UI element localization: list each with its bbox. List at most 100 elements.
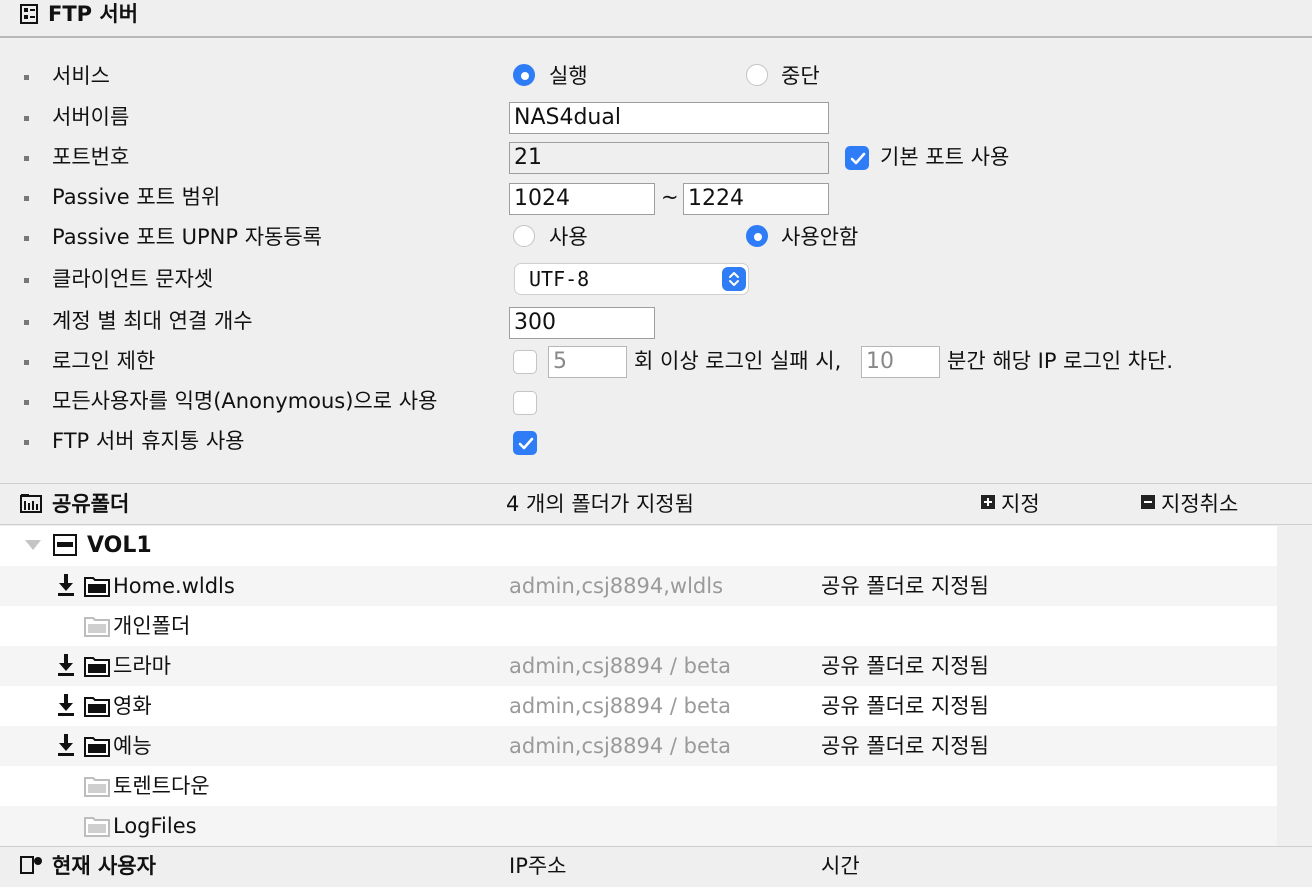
service-stop-label[interactable]: 중단 <box>781 57 820 95</box>
login-limit-checkbox[interactable] <box>513 350 537 374</box>
folder-count-text: 4 개의 폴더가 지정됨 <box>506 492 694 516</box>
folder-row[interactable]: LogFiles <box>0 806 1277 846</box>
anonymous-row: 모든사용자를 익명(Anonymous)으로 사용 <box>0 382 1312 422</box>
range-separator: ~ <box>661 185 679 209</box>
folder-status: 공유 폴더로 지정됨 <box>821 574 989 598</box>
folder-owners: admin,csj8894,wldls <box>509 574 724 598</box>
server-name-row: 서버이름 NAS4dual <box>0 98 1312 138</box>
anonymous-checkbox[interactable] <box>513 391 537 415</box>
folder-name: 개인폴더 <box>113 614 191 638</box>
charset-label: 클라이언트 문자셋 <box>52 267 214 291</box>
folder-row[interactable]: Home.wldls admin,csj8894,wldls 공유 폴더로 지정됨 <box>0 566 1277 606</box>
folder-row[interactable]: 영화 admin,csj8894 / beta 공유 폴더로 지정됨 <box>0 686 1277 726</box>
folder-row[interactable]: 예능 admin,csj8894 / beta 공유 폴더로 지정됨 <box>0 726 1277 766</box>
server-name-label: 서버이름 <box>52 105 130 129</box>
passive-to-input[interactable]: 1224 <box>683 183 829 215</box>
unassign-button[interactable]: 지정취소 <box>1141 484 1238 524</box>
download-icon <box>58 654 74 676</box>
folder-icon <box>84 577 110 597</box>
folder-owners: admin,csj8894 / beta <box>509 654 732 678</box>
folder-name: 영화 <box>113 694 152 718</box>
bullet <box>24 75 29 80</box>
server-settings-icon <box>20 4 38 24</box>
passive-from-input[interactable]: 1024 <box>509 183 655 215</box>
download-icon <box>58 574 74 596</box>
upnp-nouse-label[interactable]: 사용안함 <box>781 218 858 256</box>
upnp-use-radio[interactable] <box>513 225 535 247</box>
login-limit-text1: 회 이상 로그인 실패 시, <box>634 349 842 373</box>
folder-owners: admin,csj8894 / beta <box>509 734 732 758</box>
trash-checkbox[interactable] <box>513 431 537 455</box>
login-limit-label: 로그인 제한 <box>52 349 156 373</box>
bullet <box>24 320 29 325</box>
service-label: 서비스 <box>52 64 110 88</box>
folder-tree: VOL1 Home.wldls admin,csj8894,wldls 공유 폴더로… <box>0 526 1277 846</box>
bullet <box>24 236 29 241</box>
current-users-header: 현재 사용자 IP주소 시간 <box>0 846 1312 887</box>
service-run-label[interactable]: 실행 <box>549 57 588 95</box>
upnp-label: Passive 포트 UPNP 자동등록 <box>52 225 323 249</box>
minus-icon <box>1141 495 1155 509</box>
trash-row: FTP 서버 휴지통 사용 <box>0 422 1312 462</box>
block-minutes-input[interactable]: 10 <box>861 346 940 378</box>
folder-name: 드라마 <box>113 654 171 678</box>
folder-owners: admin,csj8894 / beta <box>509 694 732 718</box>
login-limit-row: 로그인 제한 5 회 이상 로그인 실패 시, 10 분간 해당 IP 로그인 … <box>0 342 1312 382</box>
folder-row[interactable]: 개인폴더 <box>0 606 1277 646</box>
default-port-checkbox[interactable] <box>845 146 869 170</box>
folder-icon <box>84 817 110 837</box>
upnp-use-label[interactable]: 사용 <box>549 218 588 256</box>
bullet <box>24 400 29 405</box>
ip-column-header: IP주소 <box>509 854 567 878</box>
max-conn-label: 계정 별 최대 연결 개수 <box>52 309 253 333</box>
default-port-label[interactable]: 기본 포트 사용 <box>880 138 1009 176</box>
login-limit-text2: 분간 해당 IP 로그인 차단. <box>947 349 1174 373</box>
port-input[interactable]: 21 <box>509 142 829 174</box>
upnp-row: Passive 포트 UPNP 자동등록 사용 사용안함 <box>0 218 1312 258</box>
volume-name: VOL1 <box>87 533 152 558</box>
folder-status: 공유 폴더로 지정됨 <box>821 694 989 718</box>
folder-row[interactable]: 토렌트다운 <box>0 766 1277 806</box>
port-label: 포트번호 <box>52 145 130 169</box>
port-row: 포트번호 21 기본 포트 사용 <box>0 138 1312 178</box>
folder-name: LogFiles <box>113 814 197 838</box>
folder-icon <box>84 777 110 797</box>
users-icon <box>20 856 42 874</box>
expand-triangle-icon[interactable] <box>24 539 42 551</box>
current-users-title: 현재 사용자 <box>52 854 156 878</box>
download-icon <box>58 734 74 756</box>
plus-icon <box>981 495 995 509</box>
time-column-header: 시간 <box>821 854 860 878</box>
trash-label: FTP 서버 휴지통 사용 <box>52 429 245 453</box>
login-attempts-input[interactable]: 5 <box>548 346 627 378</box>
upnp-nouse-radio[interactable] <box>746 225 768 247</box>
folder-name: 토렌트다운 <box>113 774 210 798</box>
assign-button[interactable]: 지정 <box>981 484 1040 524</box>
service-stop-radio[interactable] <box>746 64 768 86</box>
bullet <box>24 156 29 161</box>
folder-status: 공유 폴더로 지정됨 <box>821 734 989 758</box>
anonymous-label: 모든사용자를 익명(Anonymous)으로 사용 <box>52 389 438 413</box>
charset-select[interactable]: UTF-8 <box>514 263 749 295</box>
assign-label: 지정 <box>1001 492 1040 516</box>
shared-folder-title: 공유폴더 <box>52 492 130 516</box>
folder-name: Home.wldls <box>113 574 235 598</box>
volume-drive-icon <box>53 534 77 556</box>
bullet <box>24 360 29 365</box>
server-name-input[interactable]: NAS4dual <box>509 102 829 134</box>
folder-icon <box>84 697 110 717</box>
download-icon <box>58 694 74 716</box>
ftp-server-header: FTP 서버 <box>0 0 1312 38</box>
service-run-radio[interactable] <box>513 64 535 86</box>
select-arrows-icon <box>722 267 746 291</box>
charset-value: UTF-8 <box>529 267 590 291</box>
folder-icon <box>84 617 110 637</box>
folder-row[interactable]: 드라마 admin,csj8894 / beta 공유 폴더로 지정됨 <box>0 646 1277 686</box>
unassign-label: 지정취소 <box>1161 492 1239 516</box>
max-conn-input[interactable]: 300 <box>509 307 655 339</box>
volume-row[interactable]: VOL1 <box>0 526 1277 566</box>
max-conn-row: 계정 별 최대 연결 개수 300 <box>0 302 1312 342</box>
folder-icon <box>84 657 110 677</box>
folder-status: 공유 폴더로 지정됨 <box>821 654 989 678</box>
bullet <box>24 116 29 121</box>
